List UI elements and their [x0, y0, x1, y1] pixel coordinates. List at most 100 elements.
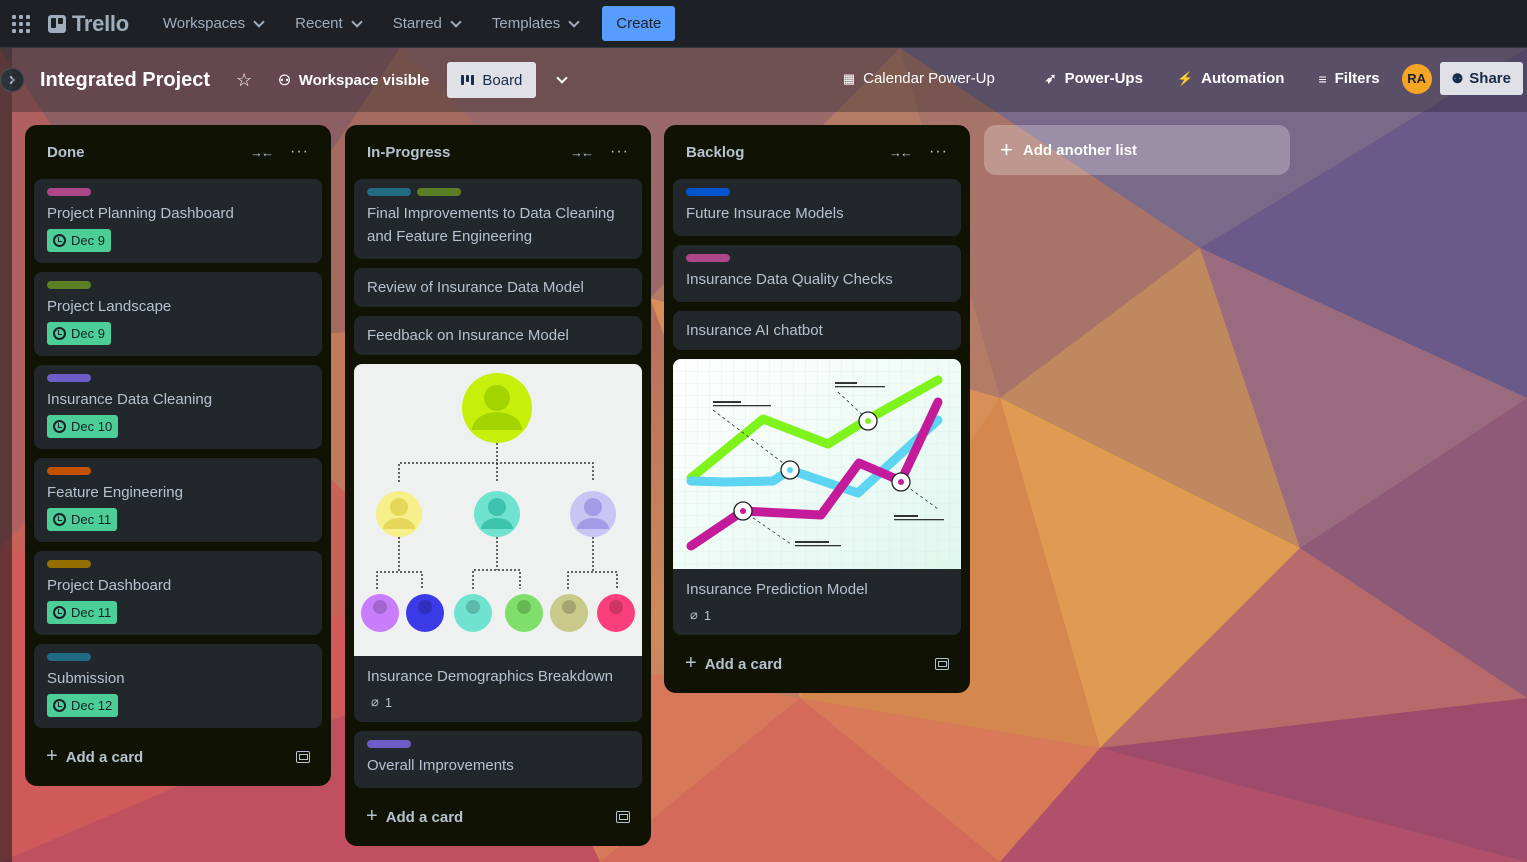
due-date-badge[interactable]: Dec 11 — [47, 601, 118, 624]
clock-icon — [53, 606, 66, 619]
list-header: Backlog →← ··· — [673, 139, 961, 165]
card[interactable]: Final Improvements to Data Cleaning and … — [354, 179, 642, 259]
card-label[interactable] — [47, 281, 91, 289]
chevron-down-icon — [568, 15, 580, 28]
due-date-badge[interactable]: Dec 9 — [47, 322, 111, 345]
create-button[interactable]: Create — [602, 6, 676, 41]
calendar-icon: ▦ — [842, 70, 856, 86]
card-label[interactable] — [367, 188, 411, 196]
plus-icon: + — [46, 745, 58, 767]
more-options-icon[interactable]: ··· — [610, 143, 629, 161]
chevron-down-icon — [351, 15, 363, 28]
card[interactable]: Insurance Prediction Model ⌀ 1 — [673, 359, 961, 635]
card-title: Insurance Demographics Breakdown — [367, 668, 613, 685]
app-switcher-icon[interactable] — [12, 14, 30, 33]
due-date-text: Dec 11 — [71, 605, 112, 620]
list-actions: →← ··· — [250, 143, 309, 161]
card[interactable]: Project Landscape Dec 9 — [34, 272, 322, 356]
card-labels — [367, 740, 629, 748]
add-card-button[interactable]: + Add a card — [34, 737, 322, 776]
due-date-badge[interactable]: Dec 9 — [47, 229, 111, 252]
card[interactable]: Insurance AI chatbot — [673, 311, 961, 350]
card[interactable]: Overall Improvements — [354, 731, 642, 788]
sidebar-strip — [0, 48, 12, 862]
card-labels — [47, 281, 309, 289]
card-template-icon[interactable] — [616, 810, 630, 823]
nav-starred[interactable]: Starred — [381, 9, 472, 38]
board-title[interactable]: Integrated Project — [40, 69, 210, 92]
collapse-icon[interactable]: →← — [889, 145, 913, 160]
automation-button[interactable]: ⚡ Automation — [1167, 64, 1295, 93]
card[interactable]: Insurance Demographics Breakdown ⌀ 1 — [354, 364, 642, 722]
due-date-badge[interactable]: Dec 11 — [47, 508, 118, 531]
card-label[interactable] — [367, 740, 411, 748]
calendar-powerup-button[interactable]: ▦ Calendar Power-Up — [833, 64, 1005, 93]
card-label[interactable] — [47, 653, 91, 661]
clock-icon — [53, 699, 66, 712]
clock-icon — [53, 327, 66, 340]
nav-workspaces-label: Workspaces — [162, 15, 246, 32]
board-view-button[interactable]: Board — [447, 62, 537, 98]
share-button[interactable]: ⚉ Share — [1439, 62, 1523, 95]
chevron-down-icon — [253, 15, 265, 28]
top-nav: Trello Workspaces Recent Starred Templat… — [0, 0, 1527, 48]
card[interactable]: Feedback on Insurance Model — [354, 316, 642, 355]
card[interactable]: Future Insurace Models — [673, 179, 961, 236]
card-title: Insurance Data Quality Checks — [686, 271, 893, 288]
card[interactable]: Insurance Data Cleaning Dec 10 — [34, 365, 322, 449]
card-title: Future Insurace Models — [686, 205, 844, 222]
avatar[interactable]: RA — [1401, 63, 1432, 94]
card-template-icon[interactable] — [935, 657, 949, 670]
add-card-button[interactable]: + Add a card — [354, 797, 642, 836]
calendar-label: Calendar Power-Up — [863, 70, 995, 87]
card-label[interactable] — [47, 374, 91, 382]
card-title: Feature Engineering — [47, 484, 183, 501]
list-title[interactable]: In-Progress — [367, 144, 450, 161]
card[interactable]: Project Dashboard Dec 11 — [34, 551, 322, 635]
card-title: Insurance Data Cleaning — [47, 391, 213, 408]
list-title[interactable]: Done — [47, 144, 85, 161]
lightning-icon: ⚡ — [1176, 70, 1194, 86]
attachment-count: 1 — [703, 607, 712, 623]
visibility-button[interactable]: ⚇ Workspace visible — [268, 66, 439, 95]
board-header: Integrated Project ☆ ⚇ Workspace visible… — [12, 48, 1527, 112]
card-label[interactable] — [417, 188, 461, 196]
card[interactable]: Insurance Data Quality Checks — [673, 245, 961, 302]
card-label[interactable] — [47, 467, 91, 475]
add-card-button[interactable]: + Add a card — [673, 644, 961, 683]
card-labels — [367, 188, 629, 196]
due-date-badge[interactable]: Dec 10 — [47, 415, 119, 438]
nav-workspaces[interactable]: Workspaces — [151, 9, 275, 38]
card[interactable]: Review of Insurance Data Model — [354, 268, 642, 307]
nav-recent[interactable]: Recent — [283, 9, 373, 38]
views-dropdown[interactable] — [544, 72, 576, 88]
due-date-text: Dec 12 — [71, 698, 113, 713]
card[interactable]: Project Planning Dashboard Dec 9 — [34, 179, 322, 263]
powerups-label: Power-Ups — [1064, 70, 1143, 87]
card[interactable]: Feature Engineering Dec 11 — [34, 458, 322, 542]
attachment-badge: ⌀ 1 — [367, 694, 629, 710]
line-chart-cover-image — [673, 359, 961, 569]
paperclip-icon: ⌀ — [690, 607, 698, 622]
more-options-icon[interactable]: ··· — [290, 143, 309, 161]
card[interactable]: Submission Dec 12 — [34, 644, 322, 728]
card-label[interactable] — [47, 560, 91, 568]
card-template-icon[interactable] — [296, 750, 310, 763]
filters-button[interactable]: ≡ Filters — [1308, 64, 1389, 93]
list-backlog: Backlog →← ··· Future Insurace Models In… — [664, 125, 970, 693]
card-title: Submission — [47, 670, 125, 687]
nav-templates[interactable]: Templates — [480, 9, 590, 38]
more-options-icon[interactable]: ··· — [929, 143, 948, 161]
card-label[interactable] — [47, 188, 91, 196]
due-date-badge[interactable]: Dec 12 — [47, 694, 119, 717]
card-label[interactable] — [686, 188, 730, 196]
list-title[interactable]: Backlog — [686, 144, 744, 161]
star-icon[interactable]: ☆ — [236, 70, 252, 91]
trello-logo[interactable]: Trello — [48, 11, 129, 37]
add-list-button[interactable]: + Add another list — [984, 125, 1290, 175]
collapse-icon[interactable]: →← — [570, 145, 594, 160]
card-label[interactable] — [686, 254, 730, 262]
collapse-icon[interactable]: →← — [250, 145, 274, 160]
automation-label: Automation — [1201, 70, 1285, 87]
powerups-button[interactable]: ➶ Power-Ups — [1035, 64, 1153, 93]
